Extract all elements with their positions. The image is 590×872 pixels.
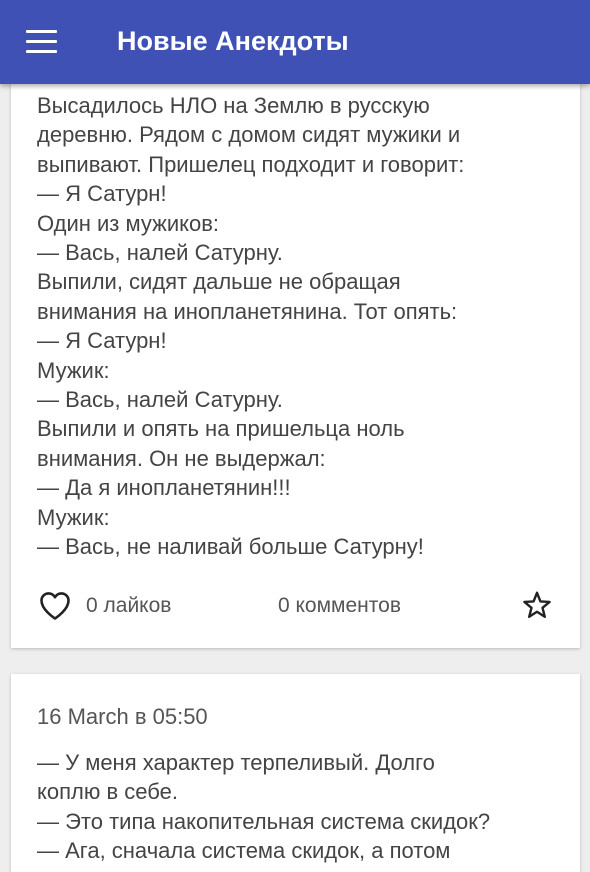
heart-outline-icon-graphic (40, 592, 70, 620)
joke-line: выпивают. Пришелец подходит и говорит: (37, 151, 465, 177)
joke-line: — Да я инопланетянин!!! (37, 475, 291, 501)
joke-feed[interactable]: Высадилось НЛО на Землю в русскую деревн… (0, 0, 590, 872)
joke-card: Высадилось НЛО на Землю в русскую деревн… (11, 60, 580, 648)
joke-line: внимания. Он не выдержал: (37, 445, 326, 471)
card-actions: 0 лайков 0 комментов (11, 586, 580, 626)
joke-line: — У меня характер терпеливый. Долго (37, 750, 435, 775)
joke-line: Высадилось НЛО на Землю в русскую (37, 93, 430, 118)
menu-bar (26, 40, 57, 43)
joke-line: Выпили, сидят дальше не обращая (37, 269, 401, 295)
joke-line: Выпили и опять на пришельца ноль (37, 416, 405, 442)
joke-line: Мужик: (37, 504, 110, 530)
joke-line: коплю в себе. (37, 779, 178, 805)
joke-card: 16 March в 05:50 — У меня характер терпе… (11, 674, 580, 872)
joke-line: деревню. Рядом с домом сидят мужики и (37, 122, 461, 148)
star-outline-icon-graphic (523, 591, 551, 618)
menu-bar (26, 30, 57, 33)
hamburger-menu-icon[interactable] (20, 22, 64, 62)
joke-line: Мужик: (37, 357, 110, 383)
menu-bar (26, 50, 57, 53)
joke-line: внимания на инопланетянина. Тот опять: (37, 298, 458, 324)
post-date: 16 March в 05:50 (37, 704, 208, 729)
app-title: Новые Анекдоты (117, 26, 349, 56)
joke-line: Один из мужиков: (37, 210, 220, 236)
likes-count: 0 лайков (86, 594, 172, 617)
joke-line: — Я Сатурн! (37, 181, 167, 207)
joke-line: — Я Сатурн! (37, 328, 167, 354)
joke-text: Высадилось НЛО на Землю в русскую деревн… (37, 91, 567, 562)
joke-line: — Вась, не наливай больше Сатурну! (37, 534, 424, 560)
joke-line: — Вась, налей Сатурну. (37, 387, 283, 413)
joke-line: — Ага, сначала система скидок, а потом (37, 838, 451, 864)
app-bar: Новые Анекдоты (0, 0, 590, 84)
joke-line: — Это типа накопительная система скидок? (37, 808, 491, 834)
heart-outline-icon[interactable] (37, 588, 73, 624)
joke-line: — Вась, налей Сатурну. (37, 240, 283, 266)
joke-text: — У меня характер терпеливый. Долго копл… (37, 748, 567, 866)
star-outline-icon[interactable] (519, 588, 555, 624)
comments-link[interactable]: 0 комментов (278, 591, 401, 621)
